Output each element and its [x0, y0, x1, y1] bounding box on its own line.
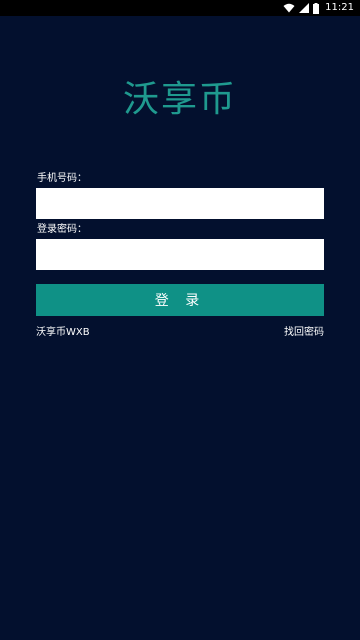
wifi-icon — [283, 3, 295, 13]
signal-icon — [299, 3, 310, 13]
status-bar: 11:21 — [0, 0, 360, 16]
brand-text: 沃享币WXB — [36, 327, 90, 338]
password-input[interactable] — [36, 239, 324, 270]
login-button[interactable]: 登 录 — [36, 284, 324, 316]
password-label: 登录密码： — [37, 224, 87, 235]
login-screen: 11:21 沃享币 手机号码： 登录密码： 登 录 沃享币WXB 找回密码 — [0, 0, 360, 640]
phone-input[interactable] — [36, 188, 324, 219]
status-time: 11:21 — [325, 2, 354, 13]
app-title: 沃享币 — [122, 79, 237, 120]
status-icons: 11:21 — [283, 0, 354, 16]
forgot-password-link[interactable]: 找回密码 — [284, 326, 324, 340]
phone-label: 手机号码： — [37, 173, 87, 184]
battery-icon — [313, 2, 320, 14]
